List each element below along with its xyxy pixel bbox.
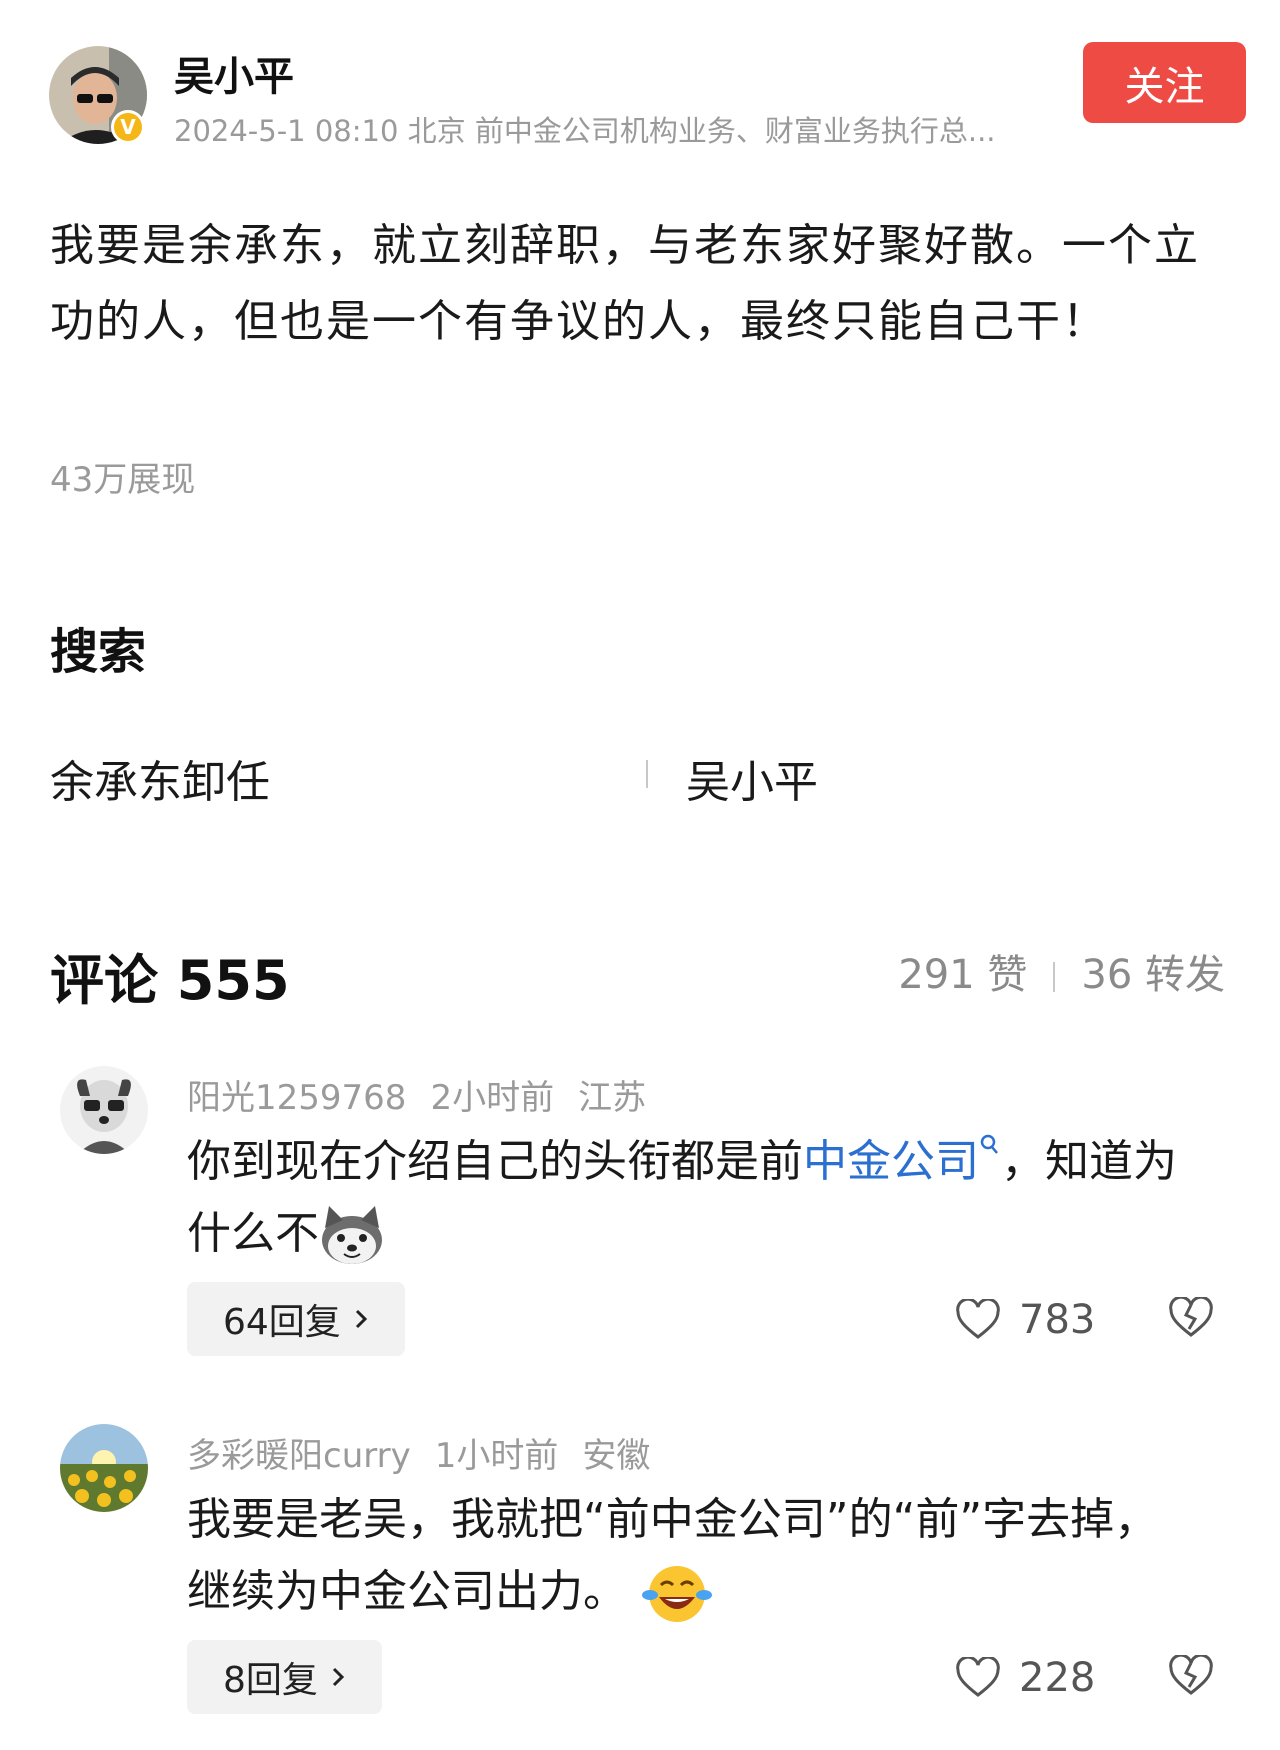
dislike-button[interactable] <box>1168 1295 1214 1343</box>
like-count: 228 <box>1019 1655 1096 1701</box>
author-name[interactable]: 吴小平 <box>174 44 294 102</box>
repost-count[interactable]: 36 转发 <box>1081 952 1225 998</box>
comments-title[interactable]: 评论 555 <box>50 936 290 1015</box>
commenter-name[interactable]: 阳光1259768 <box>187 1078 406 1118</box>
comment-text: 你到现在介绍自己的头衔都是前中金公司 ，知道为什么不 <box>187 1126 1187 1270</box>
search-icon <box>980 1134 998 1154</box>
verified-badge-icon: V <box>111 110 145 144</box>
search-section-title: 搜索 <box>50 624 147 680</box>
heart-icon <box>956 1299 1000 1339</box>
search-divider <box>646 760 648 788</box>
stats-divider <box>1053 962 1056 992</box>
post-meta: 2024-5-1 08:10 北京 前中金公司机构业务、财富业务执行总... <box>174 114 996 148</box>
view-count: 43万展现 <box>50 460 196 500</box>
like-count: 783 <box>1019 1297 1096 1343</box>
follow-button[interactable]: 关注 <box>1083 42 1246 123</box>
comment-meta: 多彩暖阳curry 1小时前 安徽 <box>187 1428 674 1477</box>
comment-text-part: 你到现在介绍自己的头衔都是前 <box>187 1136 803 1187</box>
replies-button[interactable]: 8回复 <box>187 1640 382 1714</box>
broken-heart-icon <box>1169 1653 1213 1695</box>
replies-label: 8回复 <box>223 1660 318 1701</box>
search-suggestion-2[interactable]: 吴小平 <box>686 746 818 810</box>
comment-time: 1小时前 <box>434 1436 559 1476</box>
broken-heart-icon <box>1169 1295 1213 1337</box>
laughing-tears-emoji-icon <box>642 1566 712 1622</box>
like-count[interactable]: 291 赞 <box>898 952 1027 998</box>
comment-location: 安徽 <box>582 1436 651 1476</box>
comment-like-button[interactable]: 783 <box>955 1297 1095 1343</box>
comment-time: 2小时前 <box>430 1078 555 1118</box>
replies-button[interactable]: 64回复 <box>187 1282 405 1356</box>
dislike-button[interactable] <box>1168 1653 1214 1701</box>
comment-like-button[interactable]: 228 <box>955 1655 1095 1701</box>
comment-text: 我要是老吴，我就把“前中金公司”的“前”字去掉，继续为中金公司出力。 <box>187 1484 1187 1628</box>
chevron-right-icon <box>332 1667 345 1687</box>
commenter-avatar[interactable] <box>60 1424 148 1512</box>
topic-link[interactable]: 中金公司 <box>803 1136 979 1187</box>
husky-emoji-icon <box>322 1206 382 1264</box>
comment-location: 江苏 <box>578 1078 647 1118</box>
search-suggestion-1[interactable]: 余承东卸任 <box>50 746 270 810</box>
commenter-avatar[interactable] <box>60 1066 148 1154</box>
commenter-name[interactable]: 多彩暖阳curry <box>187 1436 411 1476</box>
chevron-right-icon <box>355 1309 367 1329</box>
post-stats: 291 赞 36 转发 <box>898 942 1225 1000</box>
post-text: 我要是余承东，就立刻辞职，与老东家好聚好散。一个立功的人，但也是一个有争议的人，… <box>50 220 1200 347</box>
heart-icon <box>956 1657 1000 1697</box>
comment-meta: 阳光1259768 2小时前 江苏 <box>187 1070 670 1119</box>
replies-label: 64回复 <box>223 1302 341 1343</box>
